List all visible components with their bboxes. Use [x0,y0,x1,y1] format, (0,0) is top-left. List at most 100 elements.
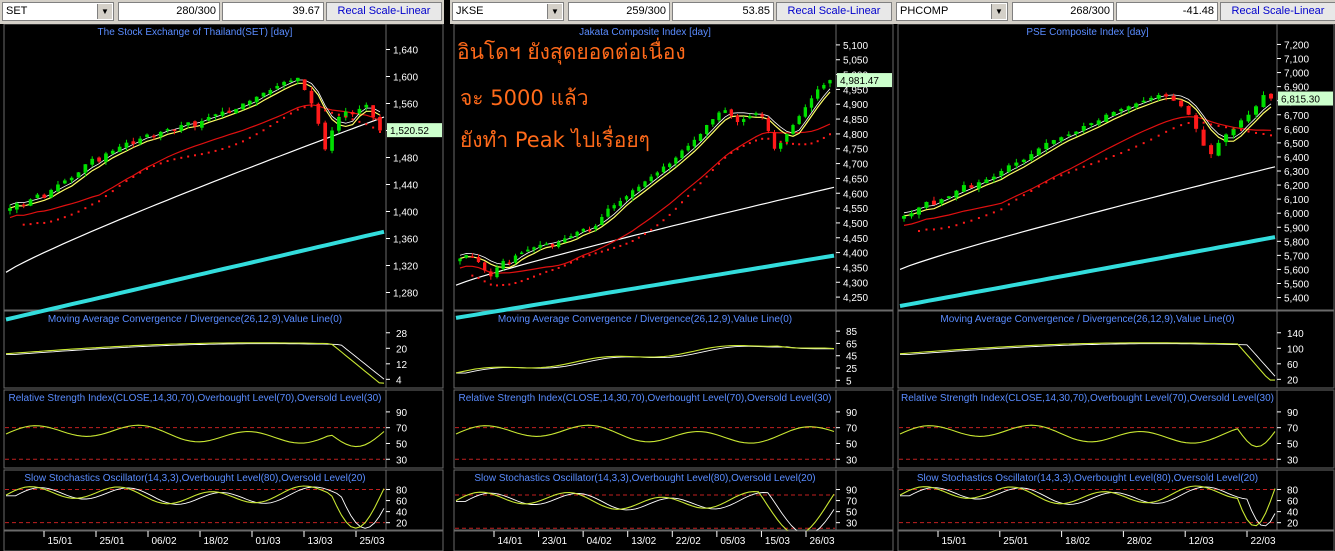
symbol-select[interactable]: PHCOMP ▼ [896,2,1008,21]
candle [1126,106,1131,110]
candle [606,208,610,217]
sar-dot [248,136,251,139]
candle [815,89,820,99]
annotation-line-2: จะ 5000 แล้ว [460,86,589,110]
sar-dot [644,232,646,235]
last-price-label: 6,815.30 [1281,95,1320,106]
sar-dot [56,218,59,221]
candle [1006,165,1011,172]
sar-dot [187,155,190,158]
candle [482,262,487,271]
sar-dot [755,139,757,142]
candle [1179,100,1184,107]
recal-scale-button[interactable]: Recal Scale-Linear [1220,2,1335,21]
candle [954,190,959,198]
rsi-title: Relative Strength Index(CLOSE,14,30,70),… [459,393,832,404]
sar-dot [576,258,579,261]
sar-dot [557,266,560,269]
ma-long-line [455,186,835,286]
candle [152,135,156,138]
sar-dot [940,227,943,230]
price-tick-label: 6,700 [1284,111,1309,122]
candle [976,182,981,189]
rsi-title: Relative Strength Index(CLOSE,14,30,70),… [901,393,1274,404]
sar-dot [104,195,107,198]
candle [357,108,362,114]
sar-dot [767,137,770,140]
macd-signal-line [900,343,1276,377]
candle [1029,154,1034,160]
sar-dot [551,269,554,272]
sar-dot [619,244,622,247]
candle [295,77,300,82]
candle [1156,95,1161,99]
candle [519,252,524,255]
sar-dot [1127,148,1130,151]
candle [470,256,475,258]
candle [754,113,758,115]
candle [323,122,328,150]
candle [1164,94,1169,97]
sar-dot [1105,157,1108,160]
sar-dot [1150,138,1153,141]
sar-dot [1210,123,1213,126]
candle [282,81,286,86]
candle [476,256,481,263]
candle [563,238,567,243]
change-value: 39.67 [222,2,324,21]
candle [1021,159,1026,162]
candle [581,228,586,232]
sar-dot [662,219,665,222]
sar-dot [276,120,279,123]
sar-dot [1067,171,1070,174]
symbol-select[interactable]: SET ▼ [2,2,114,21]
date-label: 18/02 [1065,536,1090,547]
sar-dot [970,219,973,222]
sar-dot [255,133,258,136]
price-tick-label: 4,250 [843,293,868,304]
candle [1074,131,1079,134]
sar-dot [1232,127,1235,130]
sar-dot [1240,129,1243,132]
price-tick-label: 4,450 [843,234,868,245]
candle [778,142,783,149]
candle [550,244,555,247]
price-tick-label: 6,000 [1284,209,1309,220]
sar-dot [742,144,745,147]
date-label: 26/03 [809,536,834,547]
sar-dot [372,126,375,129]
sar-dot [180,156,183,159]
symbol-select[interactable]: JKSE ▼ [452,2,564,21]
chevron-down-icon[interactable]: ▼ [991,4,1006,19]
date-label: 13/03 [307,536,332,547]
candle [969,185,974,188]
stoch-tick-label: 40 [396,508,408,519]
recal-scale-button[interactable]: Recal Scale-Linear [776,2,892,21]
candle [556,241,561,247]
candle [124,142,129,148]
chevron-down-icon[interactable]: ▼ [547,4,562,19]
sar-dot [296,108,299,111]
candle [1246,114,1251,122]
ma-short-2-line [903,94,1272,214]
candle [624,196,629,200]
price-tick-label: 1,560 [393,100,418,111]
rsi-line [5,424,385,448]
sar-dot [235,143,238,146]
date-label: 04/02 [587,536,612,547]
chevron-down-icon[interactable]: ▼ [97,4,112,19]
candle [717,112,721,121]
sar-dot [1075,168,1078,171]
date-label: 13/02 [631,536,656,547]
sar-dot [955,224,958,227]
rsi-line [899,424,1276,448]
sar-dot [84,207,87,210]
sar-dot [70,213,73,216]
sar-dot [98,200,101,203]
recal-scale-button[interactable]: Recal Scale-Linear [326,2,442,21]
candle [946,196,951,199]
candle [172,129,177,132]
sar-dot [570,261,572,264]
sar-dot [773,139,776,142]
candle [28,199,33,206]
